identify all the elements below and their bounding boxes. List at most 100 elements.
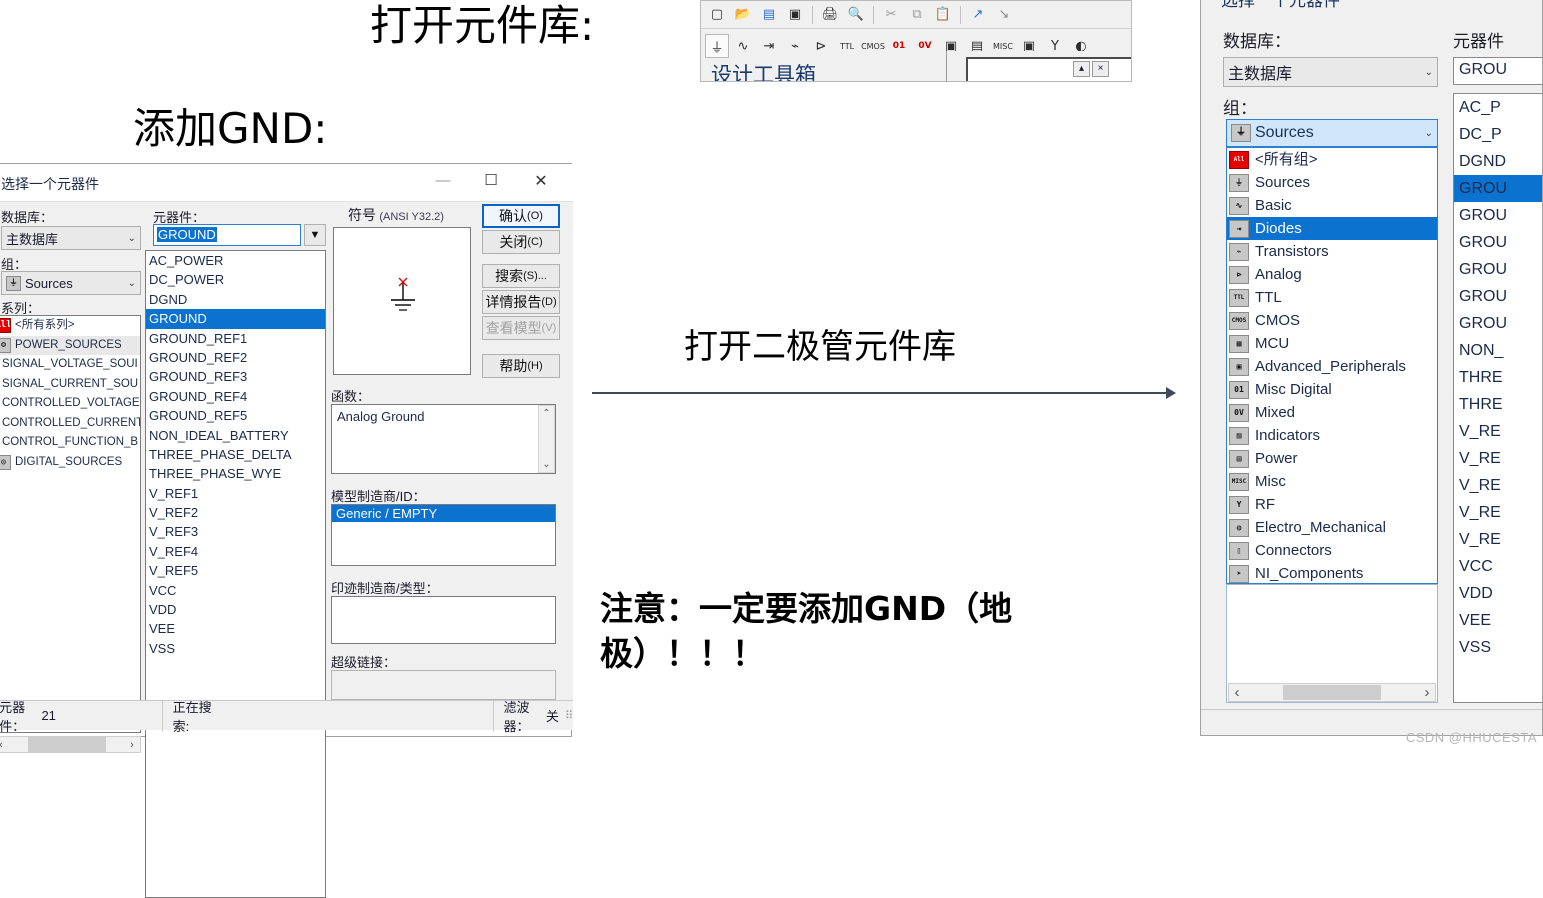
component-list-item[interactable]: VEE — [146, 619, 325, 638]
family-list-item[interactable]: ⊜ POWER_SOURCES — [0, 335, 140, 355]
cmos-icon[interactable]: CMOS — [861, 34, 885, 58]
open-folder-icon[interactable]: 📂 — [731, 3, 755, 27]
component-list-item[interactable]: VSS — [1454, 634, 1542, 661]
copy-icon[interactable]: ⧉ — [905, 3, 929, 27]
component-list-item[interactable]: V_REF1 — [146, 484, 325, 503]
component-list-item[interactable]: NON_IDEAL_BATTERY — [146, 426, 325, 445]
close-button[interactable]: 关闭 (C) — [482, 230, 560, 254]
family-list-item[interactable]: ◫CONTROLLED_VOLTAGE — [0, 394, 140, 414]
component-list-item[interactable]: THRE — [1454, 391, 1542, 418]
family-list-item[interactable]: ⒶSIGNAL_CURRENT_SOU — [0, 375, 140, 395]
resize-grip-icon[interactable]: ⠿ — [565, 709, 573, 722]
component-list-item[interactable]: DC_POWER — [146, 270, 325, 289]
new-file-icon[interactable]: ▢ — [705, 3, 729, 27]
basic-icon[interactable]: ∿ — [731, 34, 755, 58]
group-list-item[interactable]: ∿ Basic — [1227, 194, 1437, 217]
minimize-button[interactable]: — — [423, 172, 463, 189]
component-list-item[interactable]: VDD — [1454, 580, 1542, 607]
component-list-item[interactable]: AC_P — [1454, 94, 1542, 121]
open-design-icon[interactable]: ▤ — [757, 3, 781, 27]
cut-icon[interactable]: ✂ — [879, 3, 903, 27]
group-list-item[interactable]: Y RF — [1227, 493, 1437, 516]
component-list-item[interactable]: VEE — [1454, 607, 1542, 634]
group-list-item[interactable]: ▤ Power — [1227, 447, 1437, 470]
family-list-item[interactable]: ⒶSIGNAL_VOLTAGE_SOUI — [0, 355, 140, 375]
group-select[interactable]: ⏚ Sources ⌄ — [1226, 119, 1438, 147]
group-list-item[interactable]: ⊳ Analog — [1227, 263, 1437, 286]
help-button[interactable]: 帮助 (H) — [482, 354, 560, 378]
component-list-item[interactable]: VSS — [146, 639, 325, 658]
component-list-item[interactable]: GROUND_REF2 — [146, 348, 325, 367]
diodes-icon[interactable]: ⇥ — [757, 34, 781, 58]
component-list-item[interactable]: GROUND_REF5 — [146, 406, 325, 425]
function-vscrollbar[interactable]: ⌃ ⌄ — [538, 405, 555, 473]
scroll-thumb[interactable] — [27, 737, 106, 752]
component-list-item[interactable]: V_REF5 — [146, 561, 325, 580]
component-list-item[interactable]: GROUND_REF1 — [146, 329, 325, 348]
sources-icon[interactable]: ⏚ — [705, 34, 729, 58]
group-list-item[interactable]: ▣ Advanced_Peripherals — [1227, 355, 1437, 378]
component-list-item[interactable]: GROU — [1454, 229, 1542, 256]
component-list-item[interactable]: THREE_PHASE_WYE — [146, 464, 325, 483]
print-preview-icon[interactable]: 🔍 — [844, 3, 868, 27]
confirm-button[interactable]: 确认 (O) — [482, 204, 560, 228]
search-button[interactable]: 搜索 (S)... — [482, 264, 560, 288]
component-list-item[interactable]: V_RE — [1454, 499, 1542, 526]
family-listbox[interactable]: All <所有系列> ⊜ POWER_SOURCES ⒶSIGNAL_VOLTAGE_S… — [0, 315, 141, 733]
family-list-item[interactable]: ◎ DIGITAL_SOURCES — [0, 453, 140, 473]
component-search-input[interactable]: GROUND — [153, 224, 301, 246]
component-list-item[interactable]: VCC — [1454, 553, 1542, 580]
group-list-item[interactable]: All <所有组> — [1227, 148, 1437, 171]
component-list-item[interactable]: GROU — [1454, 175, 1542, 202]
scroll-thumb[interactable] — [1283, 685, 1381, 700]
group-list-item[interactable]: ▦ MCU — [1227, 332, 1437, 355]
group-list-item[interactable]: TTL TTL — [1227, 286, 1437, 309]
group-select[interactable]: ⏚ Sources ⌄ — [1, 271, 141, 295]
save-icon[interactable]: ▣ — [783, 3, 807, 27]
family-list-item[interactable]: All <所有系列> — [0, 316, 140, 336]
component-list-item[interactable]: GROU — [1454, 202, 1542, 229]
footprint-box[interactable] — [331, 596, 556, 644]
group-list-item[interactable]: ▯ Connectors — [1227, 539, 1437, 562]
transistors-icon[interactable]: ⌁ — [783, 34, 807, 58]
database-select[interactable]: 主数据库 ⌄ — [1223, 57, 1438, 87]
database-select[interactable]: 主数据库 ⌄ — [1, 226, 141, 250]
family-hscrollbar[interactable]: ‹ › — [0, 736, 141, 753]
component-list-item[interactable]: THREE_PHASE_DELTA — [146, 445, 325, 464]
component-list-item[interactable]: DGND — [1454, 148, 1542, 175]
misc-digital-icon[interactable]: 01 — [887, 34, 911, 58]
mixed-icon[interactable]: 0V — [913, 34, 937, 58]
group-list-item[interactable]: ◍ Electro_Mechanical — [1227, 516, 1437, 539]
component-list-item[interactable]: GROUND_REF4 — [146, 387, 325, 406]
component-list-item[interactable]: V_RE — [1454, 526, 1542, 553]
component-search-input[interactable]: GROU — [1453, 57, 1542, 85]
scroll-right-icon[interactable]: › — [1419, 684, 1435, 701]
collapse-button[interactable]: ▴ — [1073, 61, 1090, 77]
group-list-item[interactable]: ➤ NI_Components — [1227, 562, 1437, 583]
group-list-item[interactable]: ⇥ Diodes — [1227, 217, 1437, 240]
component-list-item[interactable]: V_REF2 — [146, 503, 325, 522]
group-dropdown-list[interactable]: All <所有组> ⏚ Sources ∿ Basic ⇥ Diodes ⌁ Transistor… — [1226, 147, 1438, 584]
print-icon[interactable]: 🖨 — [818, 3, 842, 27]
component-list-item[interactable]: DC_P — [1454, 121, 1542, 148]
paste-icon[interactable]: 📋 — [931, 3, 955, 27]
component-list-item[interactable]: V_RE — [1454, 445, 1542, 472]
component-list-item[interactable]: GROUND_REF3 — [146, 367, 325, 386]
component-list-item[interactable]: THRE — [1454, 364, 1542, 391]
group-list-item[interactable]: ⌁ Transistors — [1227, 240, 1437, 263]
scroll-up-icon[interactable]: ⌃ — [542, 408, 550, 419]
ttl-icon[interactable]: TTL — [835, 34, 859, 58]
group-list-item[interactable]: ▨ Indicators — [1227, 424, 1437, 447]
component-listbox[interactable]: AC_P DC_P DGND GROU GROU GROU GROU GROU GROU NON_… — [1453, 93, 1542, 703]
component-list-item[interactable]: GROU — [1454, 256, 1542, 283]
close-icon[interactable]: ✕ — [521, 171, 561, 191]
component-list-item[interactable]: GROUND — [146, 309, 325, 329]
filter-dropdown-icon[interactable]: ▼ — [304, 224, 326, 246]
maximize-button[interactable]: ☐ — [471, 171, 511, 189]
close-icon[interactable]: × — [1092, 61, 1109, 77]
component-list-item[interactable]: DGND — [146, 290, 325, 309]
component-list-item[interactable]: V_RE — [1454, 418, 1542, 445]
group-list-item[interactable]: MISC Misc — [1227, 470, 1437, 493]
redo-icon[interactable]: ↘ — [992, 3, 1016, 27]
detail-report-button[interactable]: 详情报告 (D) — [482, 290, 560, 314]
